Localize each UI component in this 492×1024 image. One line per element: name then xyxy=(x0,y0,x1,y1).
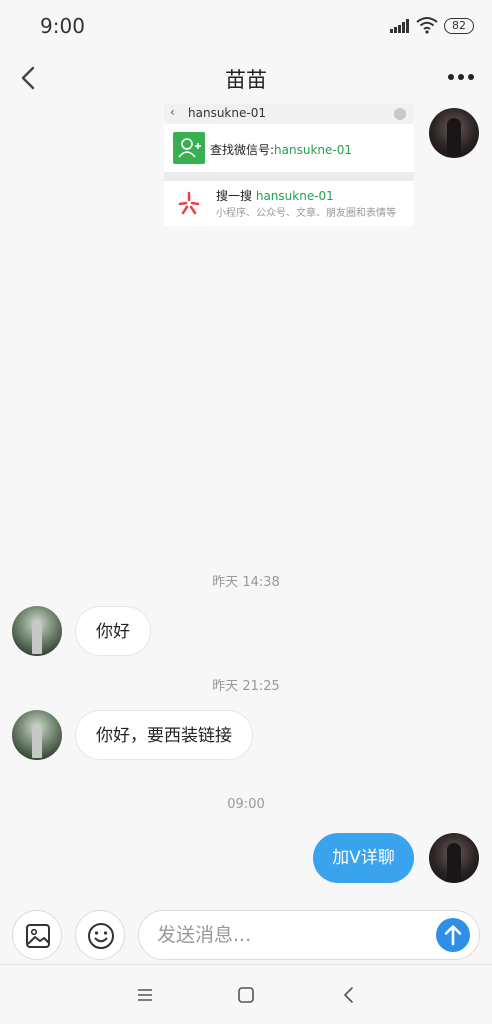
chat-header: 苗苗 xyxy=(0,52,492,104)
back-icon[interactable] xyxy=(340,985,358,1005)
emoji-button[interactable] xyxy=(75,910,125,960)
sousou-row: 搜一搜 hansukne-01 xyxy=(216,187,334,204)
chat-title: 苗苗 xyxy=(225,68,267,92)
sousou-subtitle: 小程序、公众号、文章、朋友圈和表情等 xyxy=(216,208,396,219)
message-input-box[interactable] xyxy=(138,910,480,960)
more-dots-icon[interactable] xyxy=(448,74,476,82)
back-arrow-icon: ‹ xyxy=(170,105,175,119)
status-time: 9:00 xyxy=(40,14,85,38)
timestamp: 09:00 xyxy=(227,797,265,812)
avatar-self[interactable] xyxy=(429,108,479,158)
image-button[interactable] xyxy=(12,910,62,960)
home-icon[interactable] xyxy=(236,985,256,1005)
send-button[interactable] xyxy=(436,918,470,952)
avatar-self[interactable] xyxy=(429,833,479,883)
image-search-bar: ‹ hansukne-01 xyxy=(164,104,414,124)
image-divider xyxy=(164,172,414,181)
message-bubble-incoming[interactable]: 你好 xyxy=(75,606,151,656)
message-input[interactable] xyxy=(157,919,427,951)
avatar-contact[interactable] xyxy=(12,710,62,760)
status-bar: 9:00 82 xyxy=(0,0,492,52)
menu-icon[interactable] xyxy=(136,985,154,1005)
input-bar xyxy=(0,904,492,964)
sousou-term: hansukne-01 xyxy=(255,189,334,203)
add-friend-icon xyxy=(173,132,205,164)
find-id: hansukne-01 xyxy=(274,143,353,157)
image-message[interactable]: ‹ hansukne-01 查找微信号:hansukne-01 搜一搜 hans… xyxy=(164,104,414,226)
arrow-up-icon xyxy=(444,925,462,946)
image-icon xyxy=(26,924,50,948)
emoji-icon xyxy=(88,923,114,949)
timestamp: 昨天 21:25 xyxy=(212,679,280,694)
wifi-icon xyxy=(416,17,438,34)
message-bubble-outgoing[interactable]: 加V详聊 xyxy=(313,833,414,883)
search-search-icon xyxy=(178,191,200,215)
clear-icon xyxy=(394,108,406,120)
avatar-contact[interactable] xyxy=(12,606,62,656)
timestamp: 昨天 14:38 xyxy=(212,575,280,590)
battery-icon: 82 xyxy=(444,18,474,34)
signal-icon xyxy=(390,19,412,33)
find-label: 查找微信号: xyxy=(210,143,275,157)
sousou-label: 搜一搜 xyxy=(216,189,253,203)
system-nav-bar xyxy=(0,964,492,1024)
find-wechat-id: 查找微信号:hansukne-01 xyxy=(210,141,352,158)
message-bubble-incoming[interactable]: 你好，要西装链接 xyxy=(75,710,253,760)
image-search-query: hansukne-01 xyxy=(188,106,266,120)
